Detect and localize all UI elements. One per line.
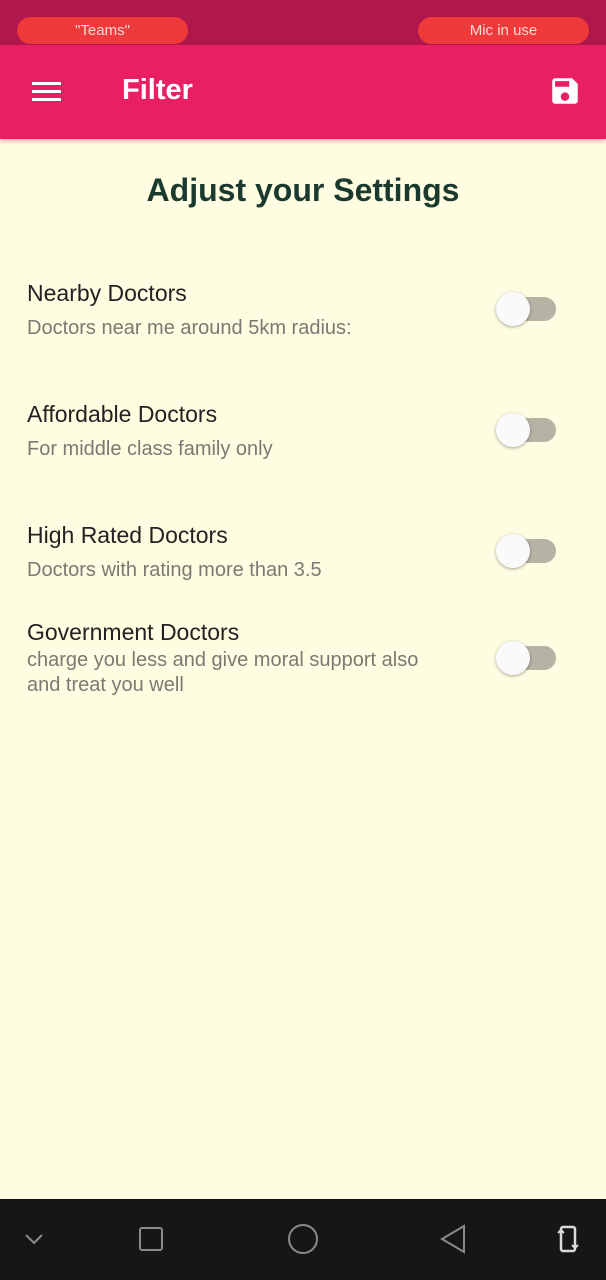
- setting-affordable-doctors: Affordable Doctors For middle class fami…: [27, 401, 477, 462]
- setting-title: High Rated Doctors: [27, 522, 228, 548]
- setting-title: Nearby Doctors: [27, 280, 187, 306]
- setting-description: charge you less and give moral support a…: [27, 649, 419, 696]
- nearby-doctors-toggle[interactable]: [496, 292, 558, 326]
- home-icon[interactable]: [285, 1221, 321, 1257]
- setting-government-doctors: Government Doctors charge you less and g…: [27, 619, 457, 698]
- back-icon[interactable]: [436, 1221, 472, 1257]
- affordable-doctors-toggle[interactable]: [496, 413, 558, 447]
- setting-high-rated-doctors: High Rated Doctors Doctors with rating m…: [27, 522, 477, 583]
- government-doctors-toggle[interactable]: [496, 641, 558, 675]
- chevron-down-icon[interactable]: [16, 1221, 52, 1257]
- setting-description: For middle class family only: [27, 438, 273, 460]
- rotate-screen-icon[interactable]: [550, 1221, 586, 1257]
- setting-title: Government Doctors: [27, 619, 240, 645]
- recent-apps-icon[interactable]: [133, 1221, 169, 1257]
- setting-description: Doctors near me around 5km radius:: [27, 317, 352, 339]
- mic-in-use-pill[interactable]: Mic in use: [418, 17, 589, 44]
- status-bar: "Teams" Mic in use: [0, 0, 606, 45]
- high-rated-doctors-toggle[interactable]: [496, 534, 558, 568]
- save-icon[interactable]: [548, 74, 582, 108]
- setting-nearby-doctors: Nearby Doctors Doctors near me around 5k…: [27, 280, 477, 341]
- system-nav-bar: [0, 1199, 606, 1280]
- teams-indicator-pill[interactable]: "Teams": [17, 17, 188, 44]
- page-title: Filter: [122, 74, 193, 106]
- settings-heading: Adjust your Settings: [146, 172, 460, 208]
- setting-title: Affordable Doctors: [27, 401, 218, 427]
- setting-description: Doctors with rating more than 3.5: [27, 559, 322, 581]
- app-bar: Filter: [0, 45, 606, 139]
- menu-icon[interactable]: [30, 80, 62, 104]
